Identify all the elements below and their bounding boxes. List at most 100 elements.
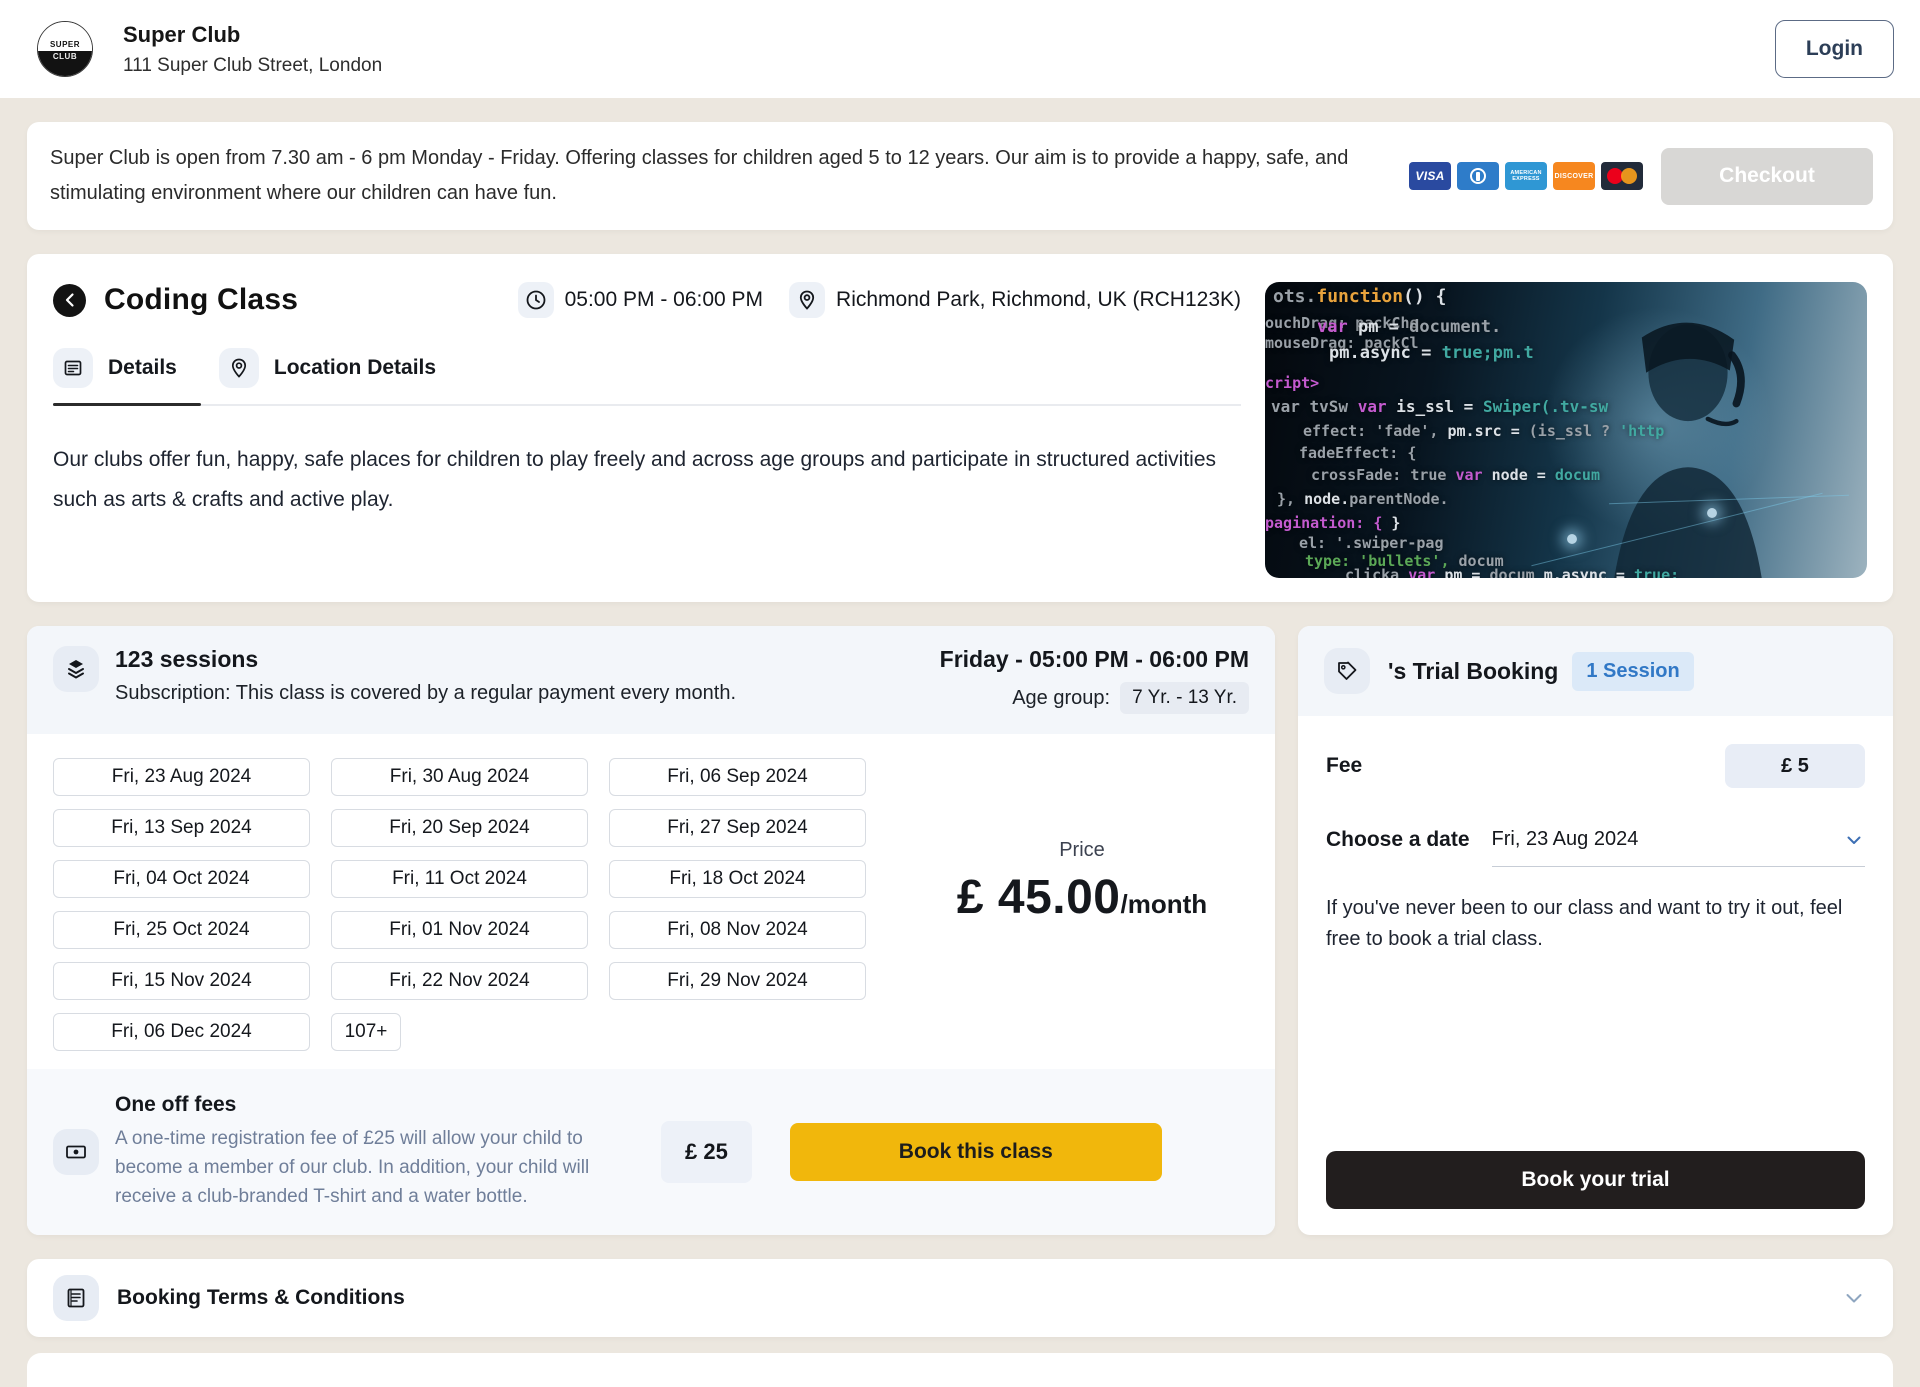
- fee-label: Fee: [1326, 754, 1363, 777]
- clock-icon: [517, 282, 554, 318]
- session-date-chip[interactable]: Fri, 30 Aug 2024: [331, 758, 588, 796]
- fee-row: Fee £ 5: [1326, 744, 1865, 788]
- club-info: Super Club 111 Super Club Street, London: [123, 22, 382, 77]
- active-tab-underline: [53, 403, 201, 406]
- location-details-pin-icon: [218, 348, 259, 388]
- session-date-chip[interactable]: Fri, 22 Nov 2024: [331, 962, 588, 1000]
- class-location: Richmond Park, Richmond, UK (RCH123K): [836, 288, 1241, 311]
- chevron-down-icon[interactable]: [1841, 1285, 1867, 1311]
- code-overlay: ots.function() {ouchDrag: packChe var pm …: [1265, 282, 1867, 579]
- sessions-count: 123 sessions: [115, 646, 259, 672]
- more-sessions-chip[interactable]: 107+: [331, 1013, 401, 1051]
- class-photo: ots.function() {ouchDrag: packChe var pm …: [1265, 282, 1867, 578]
- subscription-note: Subscription: This class is covered by a…: [115, 682, 737, 704]
- class-title: Coding Class: [104, 283, 299, 316]
- code-text-line: ots.function() {: [1273, 286, 1447, 307]
- site-header: SUPER CLUB Super Club 111 Super Club Str…: [0, 0, 1920, 98]
- class-description: Our clubs offer fun, happy, safe places …: [53, 448, 1217, 511]
- code-text-line: crossFade: true var node = docum: [1311, 466, 1600, 484]
- trial-booking-panel: 's Trial Booking 1 Session Fee £ 5 Choos…: [1298, 626, 1893, 1235]
- layers-icon: [53, 646, 99, 692]
- session-count-badge: 1 Session: [1572, 651, 1694, 691]
- session-date-chip[interactable]: Fri, 27 Sep 2024: [609, 809, 866, 847]
- class-meta: 05:00 PM - 06:00 PM Richmond Park, Richm…: [517, 282, 1241, 318]
- tab-details[interactable]: Details: [53, 348, 177, 388]
- code-text-line: el: '.swiper-pag: [1299, 534, 1444, 552]
- age-group-row: Age group: 7 Yr. - 13 Yr.: [940, 682, 1249, 714]
- book-this-class-button[interactable]: Book this class: [789, 1123, 1162, 1181]
- chevron-down-icon: [1843, 829, 1865, 851]
- age-group-badge: 7 Yr. - 13 Yr.: [1120, 682, 1249, 714]
- one-off-fees-text: One off fees A one-time registration fee…: [115, 1093, 605, 1211]
- visa-card-icon: VISA: [1409, 162, 1451, 190]
- payment-methods: VISA AMERICAN EXPRESS DISCOVER: [1409, 162, 1643, 190]
- club-logo-top-text: SUPER: [38, 22, 92, 51]
- trial-body: Fee £ 5 Choose a date Fri, 23 Aug 2024 I…: [1298, 716, 1893, 983]
- amex-card-icon: AMERICAN EXPRESS: [1505, 162, 1547, 190]
- class-card: Coding Class 05:00 PM - 06:00 PM Richmon…: [27, 254, 1893, 602]
- session-date-chip[interactable]: Fri, 20 Sep 2024: [331, 809, 588, 847]
- opening-hours-text: Super Club is open from 7.30 am - 6 pm M…: [50, 147, 1349, 204]
- login-button[interactable]: Login: [1774, 20, 1894, 78]
- session-date-chip[interactable]: Fri, 04 Oct 2024: [53, 860, 310, 898]
- session-date-chip[interactable]: Fri, 08 Nov 2024: [609, 911, 866, 949]
- trial-note: If you've never been to our class and wa…: [1326, 897, 1843, 950]
- session-date-chip[interactable]: Fri, 01 Nov 2024: [331, 911, 588, 949]
- banknote-icon: [53, 1129, 99, 1175]
- class-tabs: Details Location Details: [53, 348, 1241, 406]
- trial-title: 's Trial Booking: [1388, 657, 1559, 684]
- choose-date-label: Choose a date: [1326, 828, 1470, 851]
- session-date-chip[interactable]: Fri, 06 Sep 2024: [609, 758, 866, 796]
- chevron-left-icon: [65, 293, 74, 307]
- info-banner: Super Club is open from 7.30 am - 6 pm M…: [27, 122, 1893, 230]
- date-value-wrap: Fri, 23 Aug 2024: [1491, 828, 1865, 867]
- session-date-chip[interactable]: Fri, 06 Dec 2024: [53, 1013, 310, 1051]
- session-date-chip[interactable]: Fri, 29 Nov 2024: [609, 962, 866, 1000]
- code-text-line: pagination: { }: [1265, 514, 1401, 532]
- sessions-body: Fri, 23 Aug 2024 Fri, 30 Aug 2024 Fri, 06 …: [27, 734, 1275, 1075]
- class-time-group: 05:00 PM - 06:00 PM: [517, 282, 763, 318]
- book-your-trial-button[interactable]: Book your trial: [1326, 1151, 1865, 1209]
- booking-terms-bar[interactable]: Booking Terms & Conditions: [27, 1259, 1893, 1337]
- club-name: Super Club: [123, 21, 241, 47]
- club-logo: SUPER CLUB: [37, 21, 93, 77]
- details-doc-icon: [53, 348, 93, 388]
- location-pin-icon: [789, 282, 826, 318]
- class-title-row: Coding Class 05:00 PM - 06:00 PM Richmon…: [53, 282, 1241, 318]
- code-text-line: }, node.parentNode.: [1277, 490, 1449, 508]
- club-logo-bottom-text: CLUB: [38, 50, 92, 76]
- fee-value-badge: £ 5: [1725, 744, 1865, 788]
- choose-date-dropdown[interactable]: Choose a date Fri, 23 Aug 2024: [1326, 828, 1865, 867]
- main-panels: 123 sessions Subscription: This class is…: [27, 626, 1893, 1235]
- price-label: Price: [1059, 839, 1105, 861]
- session-date-chip[interactable]: Fri, 18 Oct 2024: [609, 860, 866, 898]
- one-off-fees-section: One off fees A one-time registration fee…: [27, 1069, 1275, 1235]
- selected-trial-date: Fri, 23 Aug 2024: [1491, 828, 1639, 850]
- code-text-line: fadeEffect: {: [1299, 444, 1417, 462]
- sessions-header-text: 123 sessions Subscription: This class is…: [115, 646, 736, 714]
- age-group-label: Age group:: [1012, 686, 1111, 709]
- price-block: Price £ 45.00/month: [917, 839, 1247, 925]
- session-date-chip[interactable]: Fri, 15 Nov 2024: [53, 962, 310, 1000]
- circuit-glow-dot: [1707, 508, 1717, 518]
- session-date-chip[interactable]: Fri, 13 Sep 2024: [53, 809, 310, 847]
- session-date-chip[interactable]: Fri, 25 Oct 2024: [53, 911, 310, 949]
- price-line: £ 45.00/month: [917, 870, 1247, 925]
- code-text-line: effect: 'fade', pm.src = (is_ssl ? 'http: [1303, 422, 1665, 440]
- code-text-line: clicka var pm = docum m.async = true;: [1345, 566, 1680, 578]
- class-location-group: Richmond Park, Richmond, UK (RCH123K): [789, 282, 1241, 318]
- tab-location-details[interactable]: Location Details: [218, 348, 436, 388]
- back-button[interactable]: [53, 283, 86, 317]
- booking-terms-label: Booking Terms & Conditions: [117, 1286, 405, 1309]
- circuit-glow-dot: [1567, 534, 1577, 544]
- checkout-button[interactable]: Checkout: [1661, 147, 1873, 205]
- session-date-chip[interactable]: Fri, 23 Aug 2024: [53, 758, 310, 796]
- session-date-chip[interactable]: Fri, 11 Oct 2024: [331, 860, 588, 898]
- trial-header: 's Trial Booking 1 Session: [1298, 626, 1893, 716]
- class-card-left: Coding Class 05:00 PM - 06:00 PM Richmon…: [53, 282, 1241, 520]
- code-text-line: pm.async = true;pm.t: [1329, 343, 1534, 363]
- one-off-fees-description: A one-time registration fee of £25 will …: [115, 1128, 590, 1207]
- mastercard-card-icon: [1601, 162, 1643, 190]
- diners-card-icon: [1457, 162, 1499, 190]
- code-text-line: cript>: [1265, 374, 1320, 392]
